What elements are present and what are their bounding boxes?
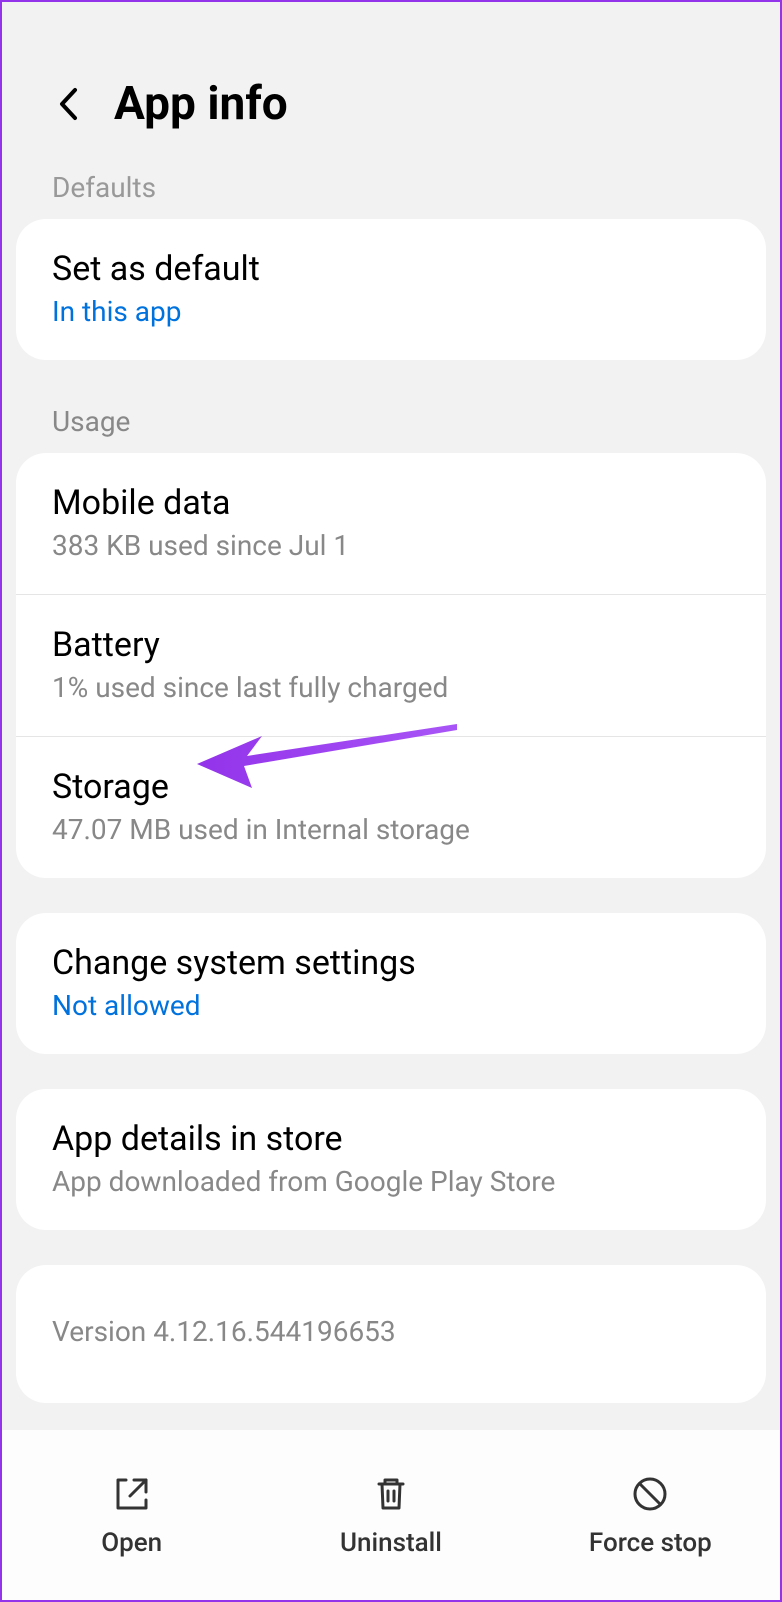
app-details-subtitle: App downloaded from Google Play Store (52, 1165, 730, 1198)
battery-subtitle: 1% used since last fully charged (52, 671, 730, 704)
chevron-left-icon (58, 87, 78, 121)
uninstall-button[interactable]: Uninstall (261, 1472, 520, 1558)
section-label-usage: Usage (2, 395, 780, 453)
set-as-default-title: Set as default (52, 249, 730, 289)
set-as-default-row[interactable]: Set as default In this app (16, 219, 766, 360)
version-text: Version 4.12.16.544196653 (52, 1315, 730, 1348)
trash-icon (369, 1472, 413, 1516)
change-system-settings-row[interactable]: Change system settings Not allowed (16, 913, 766, 1054)
mobile-data-title: Mobile data (52, 483, 730, 523)
mobile-data-row[interactable]: Mobile data 383 KB used since Jul 1 (16, 453, 766, 594)
change-system-settings-title: Change system settings (52, 943, 730, 983)
version-card: Version 4.12.16.544196653 (16, 1265, 766, 1403)
force-stop-button[interactable]: Force stop (521, 1472, 780, 1558)
set-as-default-subtitle: In this app (52, 295, 730, 328)
mobile-data-subtitle: 383 KB used since Jul 1 (52, 529, 730, 562)
bottom-bar: Open Uninstall Force stop (0, 1430, 782, 1600)
back-button[interactable] (52, 88, 84, 120)
storage-title: Storage (52, 767, 730, 807)
change-system-settings-subtitle: Not allowed (52, 989, 730, 1022)
app-details-title: App details in store (52, 1119, 730, 1159)
open-icon (110, 1472, 154, 1516)
force-stop-label: Force stop (589, 1528, 712, 1558)
header: App info (2, 2, 780, 171)
stop-icon (628, 1472, 672, 1516)
page-title: App info (114, 77, 288, 131)
app-details-row[interactable]: App details in store App downloaded from… (16, 1089, 766, 1230)
uninstall-label: Uninstall (340, 1528, 442, 1558)
section-label-defaults: Defaults (2, 171, 780, 219)
storage-subtitle: 47.07 MB used in Internal storage (52, 813, 730, 846)
defaults-card: Set as default In this app (16, 219, 766, 360)
usage-card: Mobile data 383 KB used since Jul 1 Batt… (16, 453, 766, 878)
system-settings-card: Change system settings Not allowed (16, 913, 766, 1054)
open-label: Open (101, 1528, 162, 1558)
app-details-card: App details in store App downloaded from… (16, 1089, 766, 1230)
storage-row[interactable]: Storage 47.07 MB used in Internal storag… (16, 736, 766, 878)
battery-row[interactable]: Battery 1% used since last fully charged (16, 594, 766, 736)
open-button[interactable]: Open (2, 1472, 261, 1558)
battery-title: Battery (52, 625, 730, 665)
